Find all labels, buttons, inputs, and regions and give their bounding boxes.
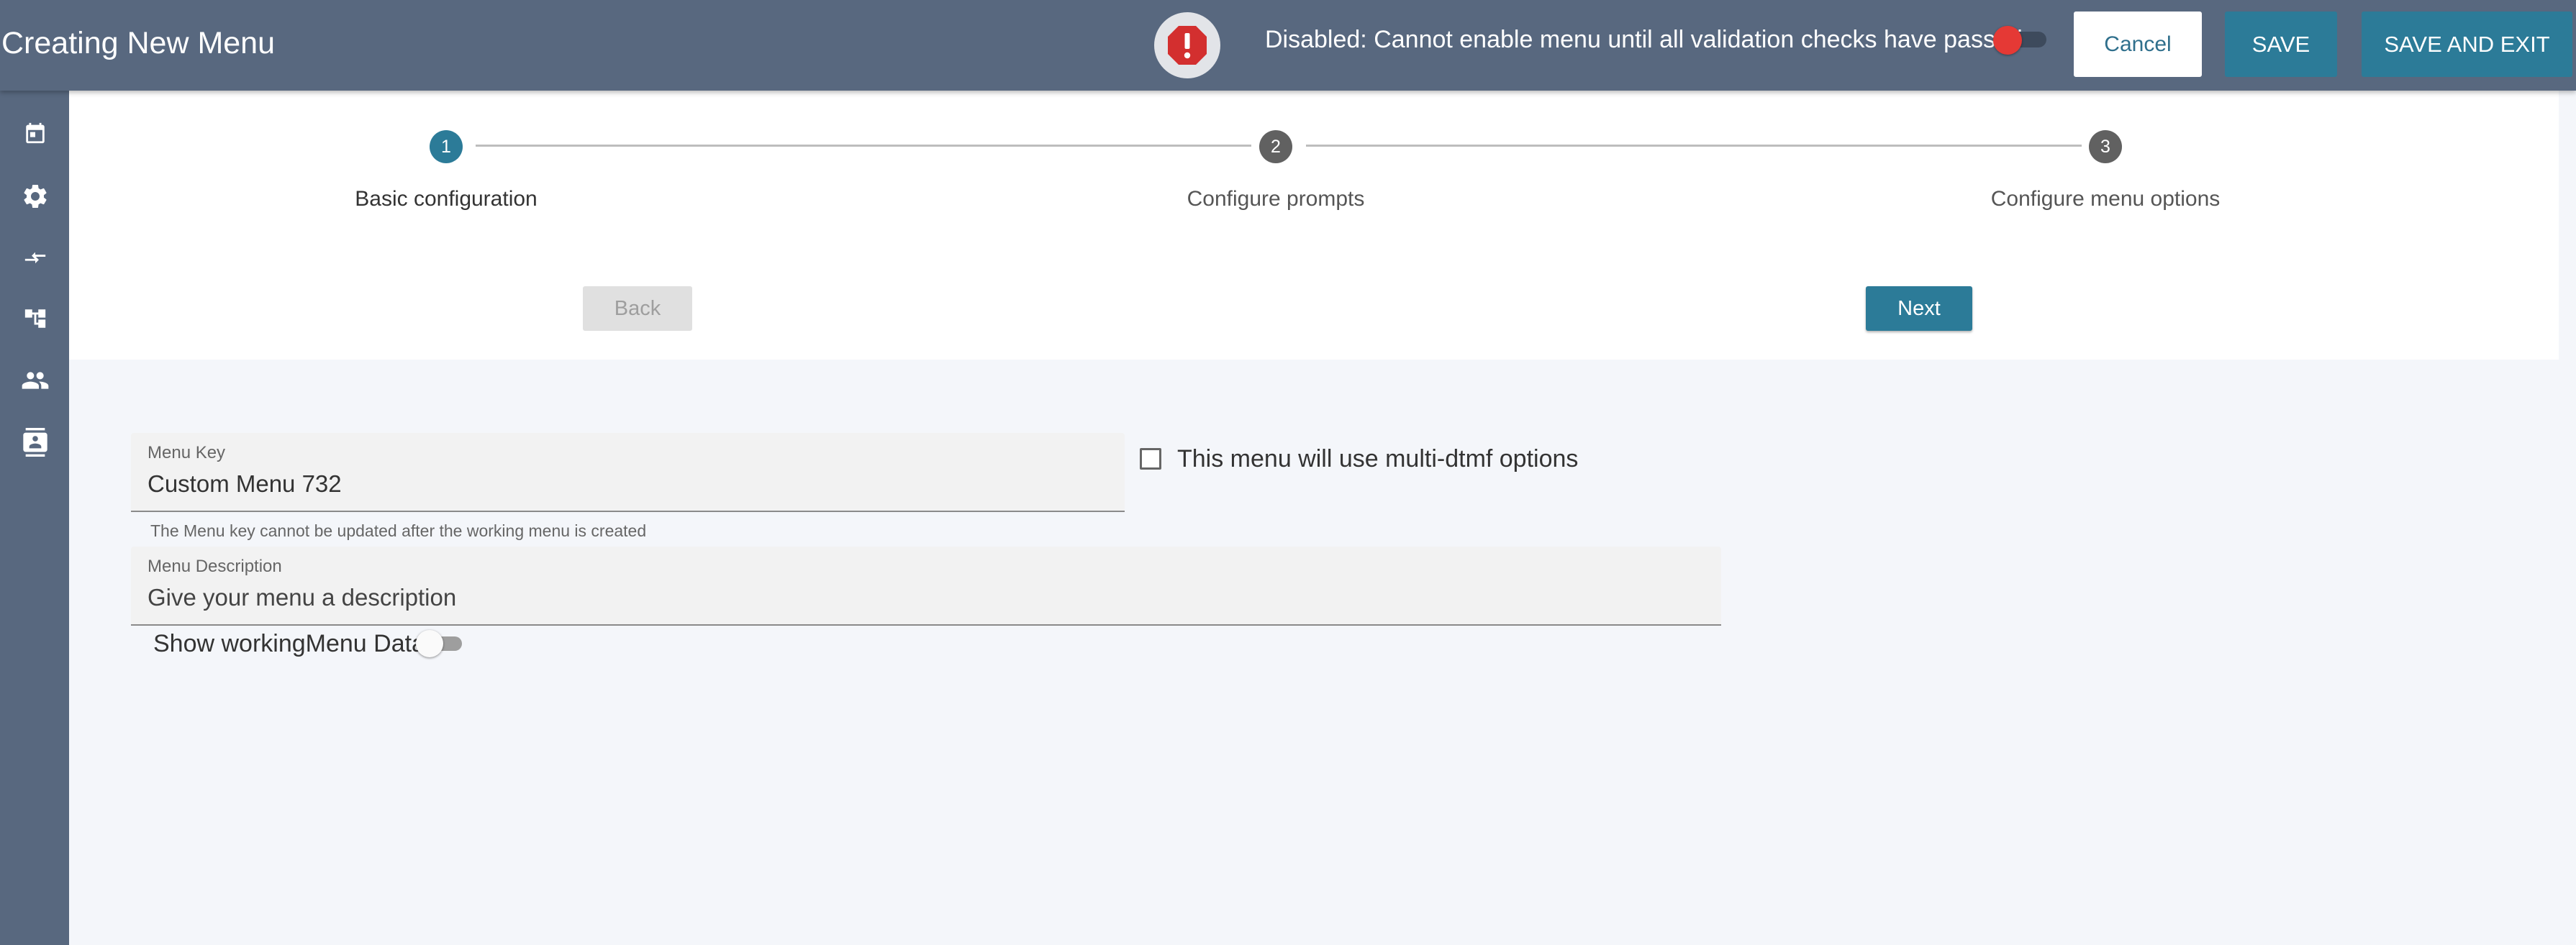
- step-3-label[interactable]: Configure menu options: [1940, 187, 2271, 211]
- show-working-menu-label: Show workingMenu Data: [153, 630, 425, 657]
- validation-status-text: Disabled: Cannot enable menu until all v…: [1265, 26, 2023, 53]
- back-button[interactable]: Back: [583, 286, 692, 331]
- people-icon: [22, 372, 49, 389]
- toggle-knob: [416, 630, 443, 657]
- hierarchy-icon: [24, 309, 46, 328]
- sidebar-item-people[interactable]: [20, 365, 50, 396]
- multi-dtmf-label[interactable]: This menu will use multi-dtmf options: [1177, 445, 1578, 473]
- sidebar-item-contacts[interactable]: [20, 427, 50, 457]
- stepper-card: 1 2 3 Basic configuration Configure prom…: [69, 91, 2559, 360]
- contact-card-icon: [23, 428, 47, 457]
- menu-description-field[interactable]: Menu Description Give your menu a descri…: [131, 547, 1721, 626]
- cancel-button[interactable]: Cancel: [2074, 12, 2202, 77]
- error-octagon-icon: [1168, 26, 1207, 65]
- step-1-label[interactable]: Basic configuration: [281, 187, 612, 211]
- sidebar: [0, 91, 69, 945]
- menu-key-value[interactable]: Custom Menu 732: [148, 470, 342, 498]
- next-button[interactable]: Next: [1866, 286, 1972, 331]
- step-1-indicator[interactable]: 1: [430, 130, 463, 163]
- sidebar-item-settings[interactable]: [20, 181, 50, 211]
- step-3-indicator[interactable]: 3: [2089, 130, 2122, 163]
- step-2-indicator[interactable]: 2: [1259, 130, 1292, 163]
- menu-description-label: Menu Description: [148, 557, 282, 576]
- menu-key-label: Menu Key: [148, 443, 226, 462]
- gear-icon: [24, 185, 47, 208]
- save-and-exit-button[interactable]: SAVE AND EXIT: [2362, 12, 2572, 77]
- show-working-menu-toggle[interactable]: [416, 630, 463, 657]
- menu-key-helper-text: The Menu key cannot be updated after the…: [150, 521, 647, 540]
- sidebar-item-hierarchy[interactable]: [20, 303, 50, 334]
- multi-dtmf-checkbox[interactable]: [1140, 448, 1161, 470]
- sidebar-item-transfer[interactable]: [20, 242, 50, 272]
- sidebar-item-calendar[interactable]: [20, 118, 50, 148]
- transfer-arrows-icon: [24, 252, 46, 264]
- app-header: Creating New Menu Disabled: Cannot enabl…: [0, 0, 2576, 91]
- enable-menu-toggle[interactable]: [1993, 26, 2048, 55]
- menu-key-field[interactable]: Menu Key Custom Menu 732: [131, 433, 1125, 512]
- save-button[interactable]: SAVE: [2225, 12, 2337, 77]
- calendar-icon: [26, 122, 45, 144]
- step-2-label[interactable]: Configure prompts: [1110, 187, 1441, 211]
- toggle-knob: [1993, 26, 2022, 55]
- step-connector: [1306, 145, 2082, 147]
- page-title: Creating New Menu: [1, 26, 276, 60]
- validation-alert[interactable]: [1154, 12, 1220, 78]
- step-connector: [476, 145, 1251, 147]
- menu-description-placeholder[interactable]: Give your menu a description: [148, 584, 456, 611]
